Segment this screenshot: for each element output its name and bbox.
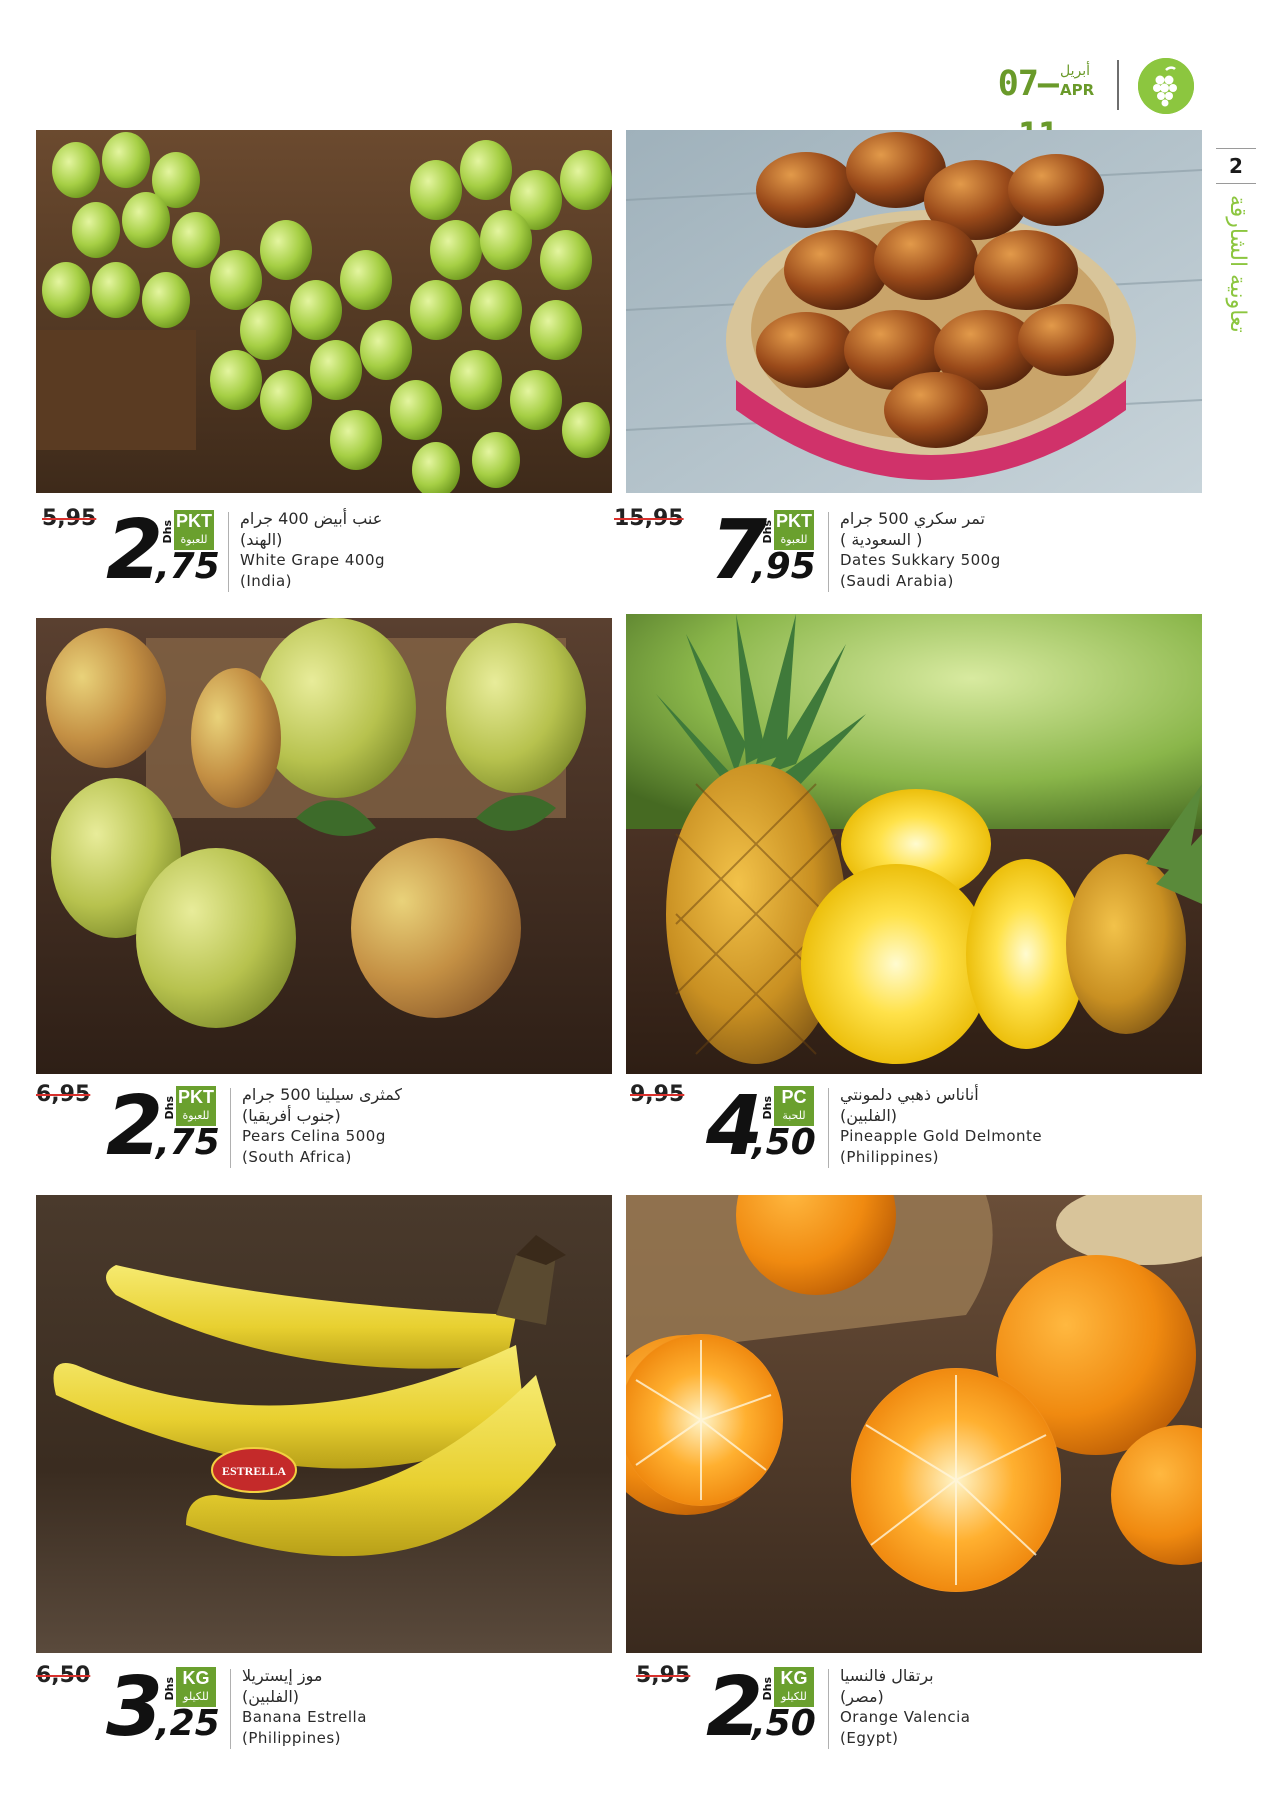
info-divider (828, 1088, 829, 1168)
product-description: أناناس ذهبي دلمونتي (الفلبين) Pineapple … (840, 1084, 1070, 1168)
origin-en: (Egypt) (840, 1729, 899, 1747)
origin-ar: (الفلبين) (242, 1687, 300, 1706)
unit-badge: PKT للعبوة (176, 1086, 216, 1126)
unit-badge: PKT للعبوة (774, 510, 814, 550)
product-description: عنب أبيض 400 جرام (الهند) White Grape 40… (240, 508, 470, 592)
side-brand: تعاونية الشارقة (1222, 195, 1252, 365)
origin-ar: (الفلبين) (840, 1106, 898, 1125)
product-info-dates: 15,95 7 ,95 Dhs PKT للعبوة تمر سكري 500 … (614, 498, 1202, 598)
old-price: 9,95 (630, 1082, 685, 1107)
origin-en: (Philippines) (840, 1148, 940, 1166)
unit-badge: PKT للعبوة (174, 510, 214, 550)
name-ar: برتقال فالنسيا (840, 1666, 934, 1685)
product-info-pineapple: 9,95 4 ,50 Dhs PC للحبة أناناس ذهبي دلمو… (626, 1074, 1202, 1174)
product-image-grape[interactable] (36, 130, 612, 493)
product-image-pears[interactable] (36, 618, 612, 1074)
product-info-grape: 5,95 2 ,75 Dhs PKT للعبوة عنب أبيض 400 ج… (36, 498, 612, 598)
unit-badge: KG للكيلو (774, 1667, 814, 1707)
origin-en: (India) (240, 572, 293, 590)
unit-en: PKT (176, 511, 212, 531)
product-image-pineapple[interactable] (626, 614, 1202, 1074)
unit-en: PKT (776, 511, 812, 531)
old-price: 5,95 (42, 506, 97, 531)
side-brand-text: تعاونية الشارقة (1225, 195, 1250, 333)
info-divider (828, 512, 829, 592)
unit-ar: للعبوة (780, 533, 808, 546)
info-divider (230, 1669, 231, 1749)
product-info-pears: 6,95 2 ,75 Dhs PKT للعبوة كمثرى سيلينا 5… (36, 1074, 612, 1174)
grapes-logo-icon (1138, 58, 1194, 114)
product-info-orange: 5,95 2 ,50 Dhs KG للكيلو برتقال فالنسيا … (626, 1655, 1202, 1755)
unit-badge: PC للحبة (774, 1086, 814, 1126)
unit-ar: للكيلو (183, 1690, 209, 1703)
unit-en: PC (781, 1087, 807, 1107)
info-divider (828, 1669, 829, 1749)
offer-month-en: APR (1060, 81, 1095, 99)
name-ar: عنب أبيض 400 جرام (240, 509, 383, 528)
offer-month-ar: أبريل (1060, 63, 1091, 79)
name-en: Pineapple Gold Delmonte (840, 1127, 1043, 1145)
name-ar: كمثرى سيلينا 500 جرام (242, 1085, 402, 1104)
info-divider (230, 1088, 231, 1168)
estrella-sticker: ESTRELLA (222, 1464, 286, 1478)
product-description: تمر سكري 500 جرام ( السعودية ) Dates Suk… (840, 508, 1070, 592)
info-divider (228, 512, 229, 592)
product-image-orange[interactable] (626, 1195, 1202, 1653)
unit-badge: KG للكيلو (176, 1667, 216, 1707)
origin-ar: ( السعودية ) (840, 530, 923, 549)
product-image-banana[interactable]: ESTRELLA (36, 1195, 612, 1653)
name-ar: تمر سكري 500 جرام (840, 509, 985, 528)
currency-text: Dhs (163, 1096, 176, 1120)
product-info-banana: 6,50 3 ,25 Dhs KG للكيلو موز إيستريلا (ا… (36, 1655, 612, 1755)
product-description: موز إيستريلا (الفلبين) Banana Estrella (… (242, 1665, 472, 1749)
name-en: Orange Valencia (840, 1708, 971, 1726)
product-description: برتقال فالنسيا (مصر) Orange Valencia (Eg… (840, 1665, 1070, 1749)
origin-ar: (الهند) (240, 530, 283, 549)
currency-text: Dhs (163, 1677, 176, 1701)
currency-text: Dhs (761, 1677, 774, 1701)
currency-text: Dhs (161, 520, 174, 544)
product-description: كمثرى سيلينا 500 جرام (جنوب أفريقيا) Pea… (242, 1084, 472, 1168)
price-integer: 2 (106, 1079, 163, 1174)
currency-text: Dhs (761, 1096, 774, 1120)
currency-text: Dhs (761, 520, 774, 544)
old-price: 5,95 (636, 1663, 691, 1688)
price-integer: 3 (106, 1660, 163, 1755)
name-ar: أناناس ذهبي دلمونتي (840, 1085, 979, 1104)
origin-en: (Saudi Arabia) (840, 572, 954, 590)
unit-en: KG (780, 1668, 808, 1688)
page-number: 2 (1216, 148, 1256, 184)
unit-en: PKT (178, 1087, 214, 1107)
name-en: Dates Sukkary 500g (840, 551, 1001, 569)
old-price: 15,95 (614, 506, 684, 531)
offer-month: أبريل APR (1060, 62, 1110, 100)
name-en: Pears Celina 500g (242, 1127, 386, 1145)
name-ar: موز إيستريلا (242, 1666, 323, 1685)
origin-en: (South Africa) (242, 1148, 352, 1166)
unit-ar: للعبوة (180, 533, 208, 546)
unit-ar: للعبوة (182, 1109, 210, 1122)
unit-ar: للكيلو (781, 1690, 807, 1703)
origin-en: (Philippines) (242, 1729, 342, 1747)
name-en: White Grape 400g (240, 551, 386, 569)
unit-en: KG (182, 1668, 210, 1688)
price-integer: 2 (106, 503, 163, 598)
old-price: 6,50 (36, 1663, 91, 1688)
product-image-dates[interactable] (626, 130, 1202, 493)
unit-ar: للحبة (782, 1109, 806, 1122)
name-en: Banana Estrella (242, 1708, 367, 1726)
origin-ar: (مصر) (840, 1687, 884, 1706)
origin-ar: (جنوب أفريقيا) (242, 1106, 341, 1125)
old-price: 6,95 (36, 1082, 91, 1107)
header-divider (1117, 60, 1119, 110)
